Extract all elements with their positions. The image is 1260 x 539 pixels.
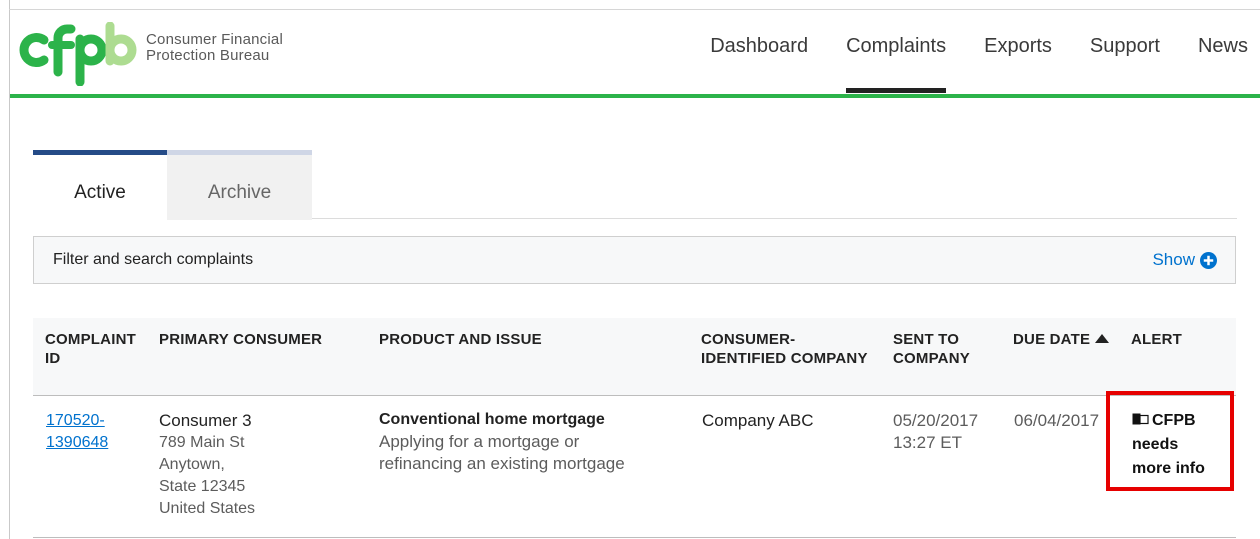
column-sent-line1: SENT TO — [893, 331, 960, 348]
alert-line1-text: CFPB — [1152, 412, 1196, 429]
alert-highlight-box[interactable]: CFPB needs more info — [1106, 391, 1234, 491]
org-name-line1: Consumer Financial — [146, 31, 283, 48]
header-accent-bar — [10, 94, 1260, 98]
consumer-address-line2: Anytown, — [159, 456, 225, 473]
column-sent-to-company[interactable]: SENT TO COMPANY — [893, 330, 970, 368]
complaints-table-header: COMPLAINT ID PRIMARY CONSUMER PRODUCT AN… — [33, 318, 1236, 396]
column-product-issue[interactable]: PRODUCT AND ISSUE — [379, 330, 542, 349]
company-name: Company ABC — [702, 411, 814, 430]
column-complaint-id-line1: COMPLAINT — [45, 331, 136, 348]
product-name: Conventional home mortgage — [379, 411, 605, 428]
cfpb-logo[interactable]: Consumer Financial Protection Bureau — [18, 22, 283, 86]
column-complaint-id-line2: ID — [45, 350, 61, 367]
alert-line1: CFPB — [1132, 409, 1205, 433]
nav-news[interactable]: News — [1198, 10, 1248, 94]
issue-line1: Applying for a mortgage or — [379, 432, 580, 451]
nav-exports[interactable]: Exports — [984, 10, 1052, 94]
filter-label: Filter and search complaints — [53, 251, 254, 268]
nav-support[interactable]: Support — [1090, 10, 1160, 94]
column-company-line1: CONSUMER- — [701, 331, 796, 348]
due-date: 06/04/2017 — [1014, 411, 1100, 430]
consumer-address-line4: United States — [159, 500, 256, 517]
org-name: Consumer Financial Protection Bureau — [146, 32, 283, 64]
org-name-line2: Protection Bureau — [146, 47, 270, 64]
alert-line2: needs — [1132, 436, 1179, 453]
issue-line2: refinancing an existing mortgage — [379, 454, 625, 473]
column-due-date[interactable]: DUE DATE — [1013, 330, 1110, 349]
filter-show-button[interactable]: Show — [1152, 250, 1217, 270]
filter-panel[interactable]: Filter and search complaints Show — [33, 236, 1236, 284]
site-header: Consumer Financial Protection Bureau Das… — [10, 10, 1260, 94]
flag-icon — [1132, 413, 1149, 425]
column-complaint-id[interactable]: COMPLAINT ID — [45, 330, 136, 368]
row-divider — [33, 537, 1236, 538]
cfpb-logo-mark — [19, 22, 137, 86]
column-company-line2: IDENTIFIED COMPANY — [701, 350, 868, 367]
complaint-id-link[interactable]: 170520- 1390648 — [46, 410, 108, 454]
tab-archive[interactable]: Archive — [167, 150, 312, 220]
sent-time: 13:27 ET — [893, 433, 962, 452]
complaint-id-line1[interactable]: 170520- — [46, 410, 108, 432]
consumer-address-line3: State 12345 — [159, 478, 246, 495]
sent-to-company-cell: 05/20/2017 13:27 ET — [893, 410, 978, 454]
column-alert[interactable]: ALERT — [1131, 330, 1182, 349]
plus-circle-icon — [1200, 251, 1217, 269]
consumer-name: Consumer 3 — [159, 411, 252, 430]
complaint-id-line2[interactable]: 1390648 — [46, 432, 108, 454]
sent-date: 05/20/2017 — [893, 411, 979, 430]
sort-ascending-icon — [1095, 334, 1110, 343]
product-issue-cell: Conventional home mortgage Applying for … — [379, 409, 625, 475]
alert-text: CFPB needs more info — [1132, 409, 1205, 481]
column-due-date-label: DUE DATE — [1013, 331, 1091, 348]
main-nav: Dashboard Complaints Exports Support New… — [710, 10, 1260, 94]
alert-line3: more info — [1132, 460, 1205, 477]
consumer-cell: Consumer 3 789 Main St Anytown, State 12… — [159, 410, 255, 520]
tab-active[interactable]: Active — [33, 150, 167, 220]
consumer-address-line1: 789 Main St — [159, 434, 245, 451]
column-company[interactable]: CONSUMER- IDENTIFIED COMPANY — [701, 330, 868, 368]
filter-show-label: Show — [1152, 250, 1195, 269]
column-sent-line2: COMPANY — [893, 350, 970, 367]
nav-dashboard[interactable]: Dashboard — [710, 10, 808, 94]
column-primary-consumer[interactable]: PRIMARY CONSUMER — [159, 330, 322, 349]
nav-complaints[interactable]: Complaints — [846, 10, 947, 94]
tab-divider — [312, 218, 1237, 219]
